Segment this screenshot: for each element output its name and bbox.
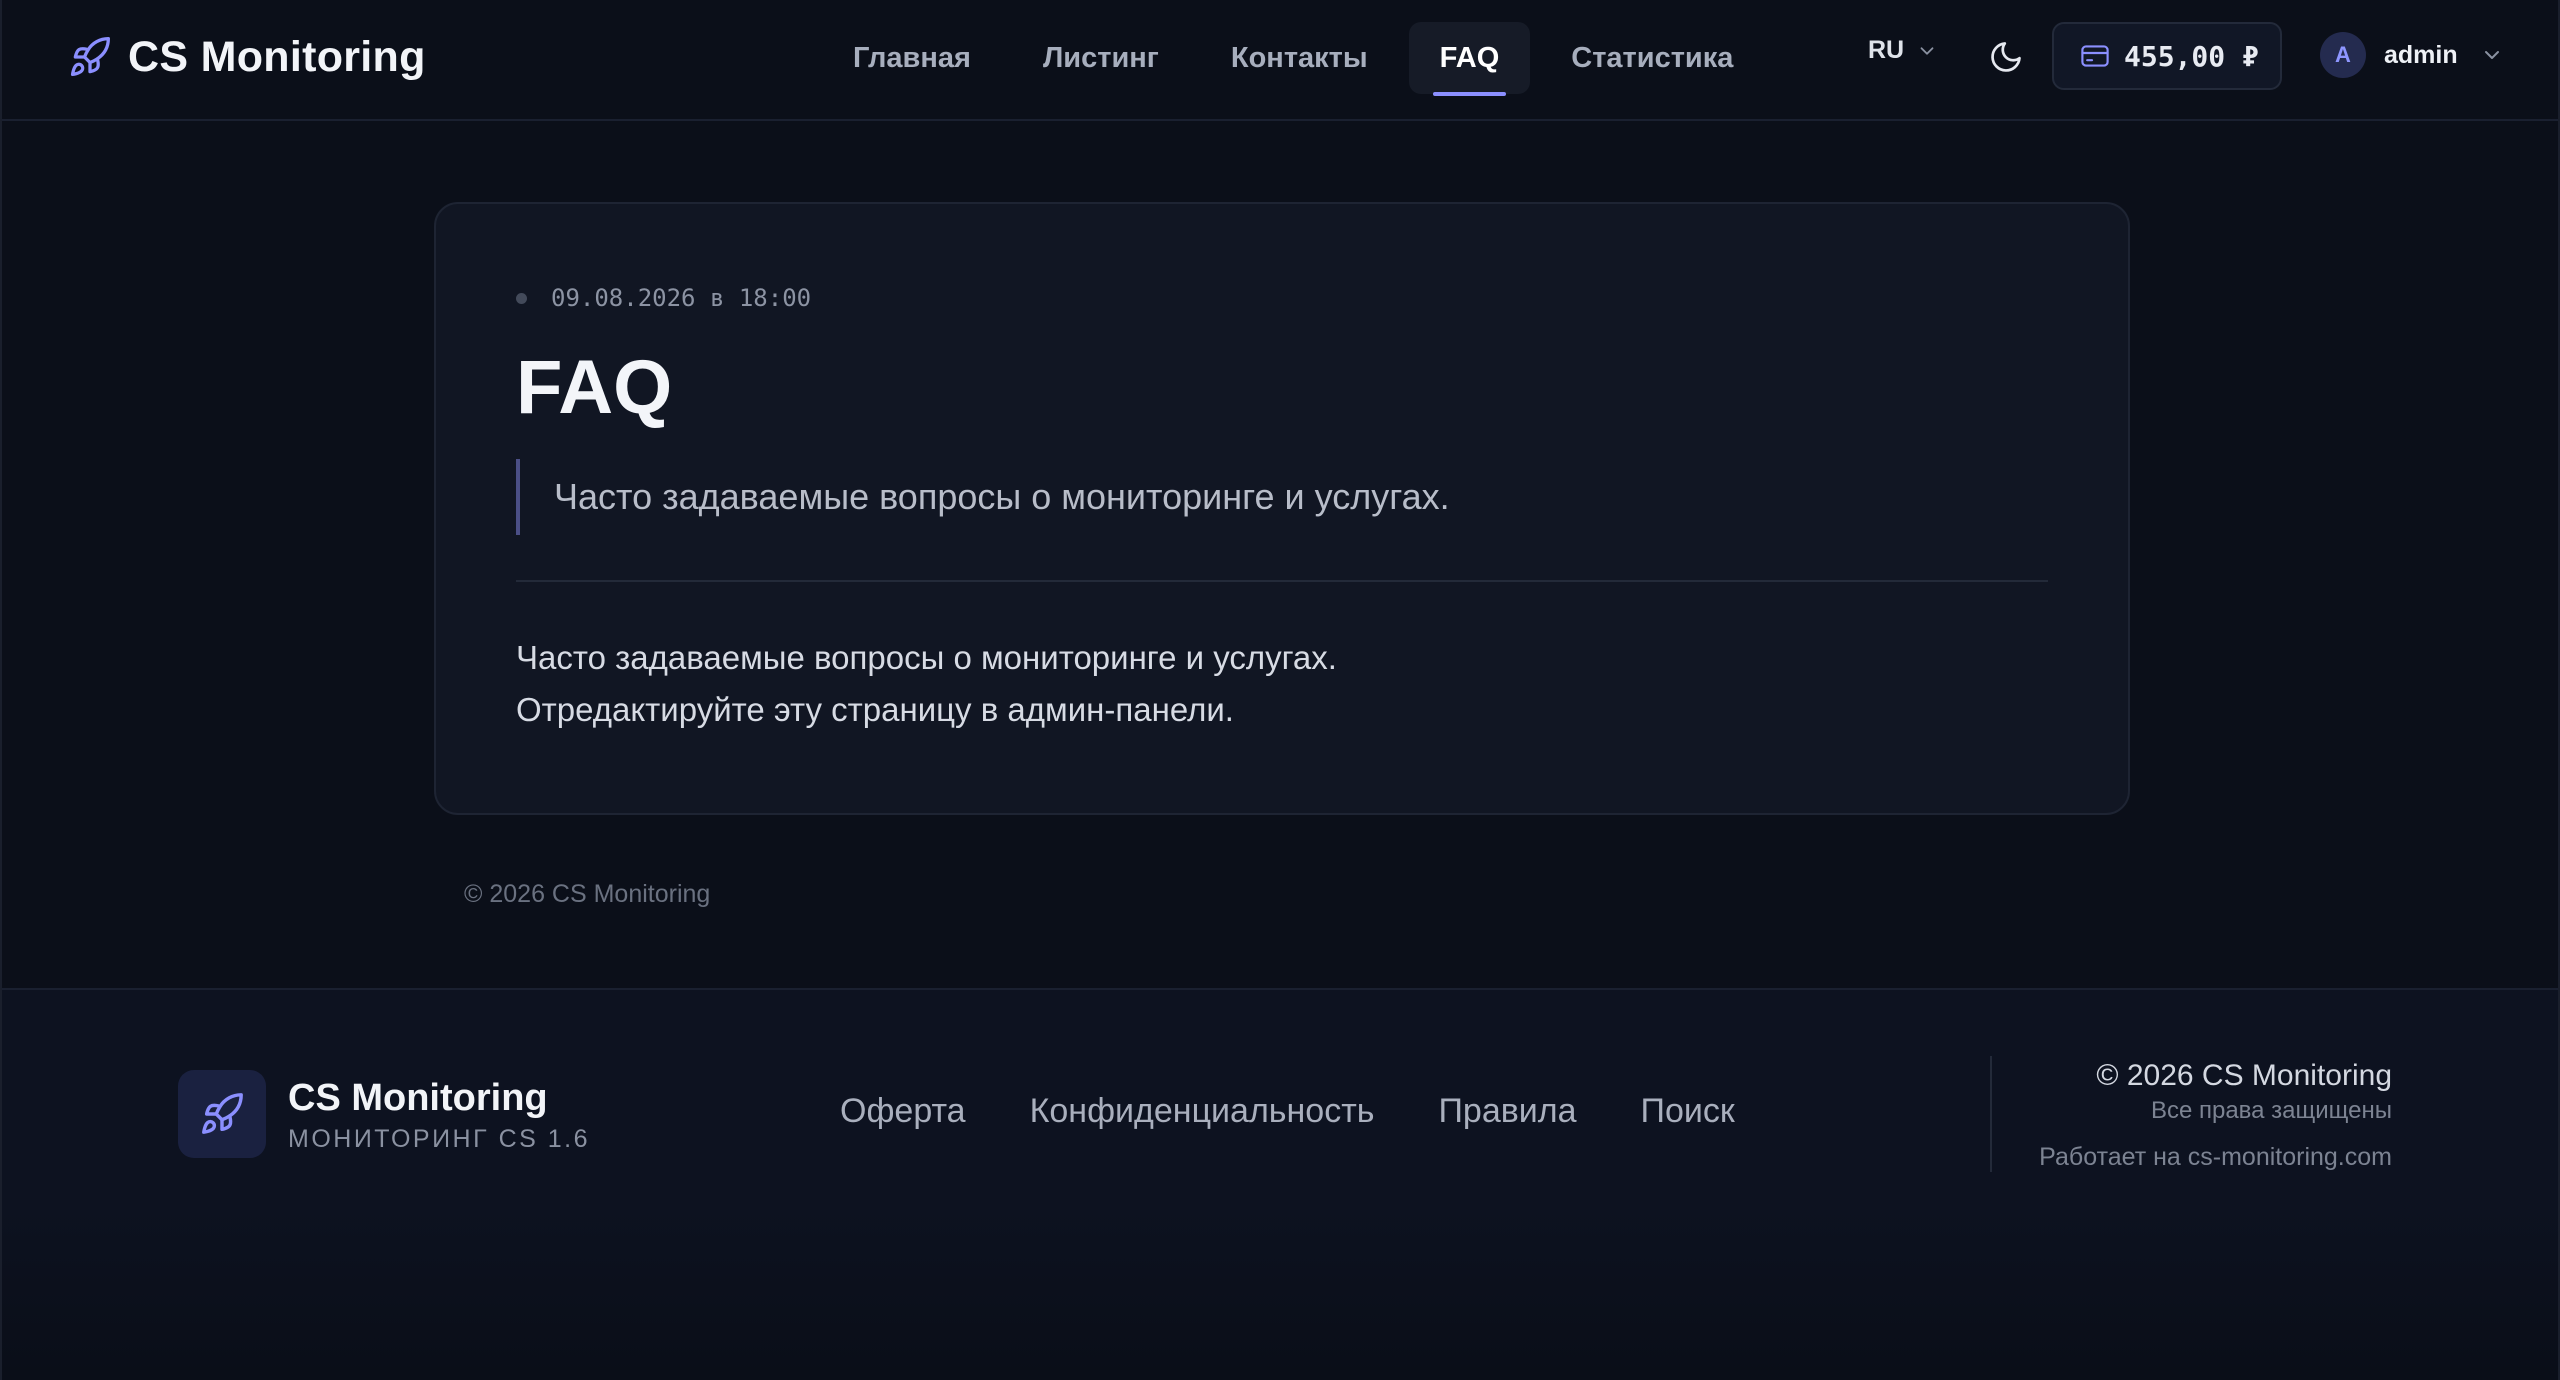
credit-card-icon	[2081, 45, 2109, 67]
language-label: RU	[1868, 36, 1905, 64]
user-name: admin	[2384, 40, 2458, 69]
footer-powered-by[interactable]: Работает на cs-monitoring.com	[2039, 1142, 2392, 1172]
footer-brand-subtitle: МОНИТОРИНГ CS 1.6	[288, 1124, 590, 1153]
user-menu[interactable]: A admin	[2320, 32, 2504, 78]
chevron-down-icon	[2484, 51, 2499, 59]
language-selector[interactable]: RU	[1868, 36, 1938, 65]
brand-link[interactable]: CS Monitoring	[68, 26, 426, 88]
footer-link-rules[interactable]: Правила	[1438, 1092, 1576, 1131]
footer-link-privacy[interactable]: Конфиденциальность	[1030, 1092, 1375, 1131]
divider	[516, 580, 2048, 582]
body-line: Часто задаваемые вопросы о мониторинге и…	[516, 639, 1337, 676]
footer-brand-text: CS Monitoring МОНИТОРИНГ CS 1.6	[288, 1075, 590, 1154]
balance-button[interactable]: 455,00 ₽	[2052, 22, 2282, 90]
footer-link-offer[interactable]: Оферта	[840, 1092, 966, 1131]
footer-copyright: © 2026 CS Monitoring	[2096, 1059, 2392, 1092]
meta-dot	[516, 292, 527, 304]
balance-value: 455,00 ₽	[2124, 39, 2259, 73]
footer-brand[interactable]: CS Monitoring МОНИТОРИНГ CS 1.6	[178, 1070, 590, 1158]
chevron-down-icon	[1920, 46, 1934, 55]
article-date: 09.08.2026 в 18:00	[551, 284, 812, 312]
rocket-icon	[202, 1093, 243, 1134]
footer-links: Оферта Конфиденциальность Правила Поиск	[840, 1092, 1799, 1131]
rocket-icon	[70, 37, 110, 77]
avatar: A	[2320, 32, 2366, 78]
nav-listing[interactable]: Листинг	[1012, 22, 1190, 94]
footer-divider	[1990, 1056, 1992, 1172]
nav-statistics[interactable]: Статистика	[1540, 22, 1764, 94]
faq-card: 09.08.2026 в 18:00 FAQ Часто задаваемые …	[434, 202, 2130, 815]
nav-faq[interactable]: FAQ	[1408, 22, 1531, 96]
article-meta: 09.08.2026 в 18:00	[516, 284, 811, 312]
nav-contacts[interactable]: Контакты	[1200, 22, 1399, 94]
main-nav: Главная Листинг Контакты FAQ Статистика	[822, 22, 1774, 96]
footer: CS Monitoring МОНИТОРИНГ CS 1.6	[2, 988, 2558, 1380]
footer-brand-title: CS Monitoring	[288, 1076, 548, 1119]
footer-legal: © 2026 CS Monitoring Все права защищены …	[2039, 1056, 2392, 1172]
page: CS Monitoring Главная Листинг Контакты F…	[0, 0, 2560, 1380]
footer-link-search[interactable]: Поиск	[1641, 1092, 1735, 1131]
moon-icon[interactable]	[1988, 39, 2024, 75]
top-navbar: CS Monitoring Главная Листинг Контакты F…	[2, 0, 2558, 121]
article-body: Часто задаваемые вопросы о мониторинге и…	[516, 632, 1337, 736]
brand-title: CS Monitoring	[128, 32, 426, 81]
nav-home[interactable]: Главная	[822, 22, 1002, 94]
footer-rights: Все права защищены	[2150, 1097, 2392, 1124]
body-line: Отредактируйте эту страницу в админ-пане…	[516, 691, 1234, 728]
article-lead: Часто задаваемые вопросы о мониторинге и…	[516, 459, 1450, 535]
page-title: FAQ	[516, 345, 673, 430]
footer-logo	[178, 1070, 266, 1158]
page-copyright: © 2026 CS Monitoring	[464, 880, 711, 908]
